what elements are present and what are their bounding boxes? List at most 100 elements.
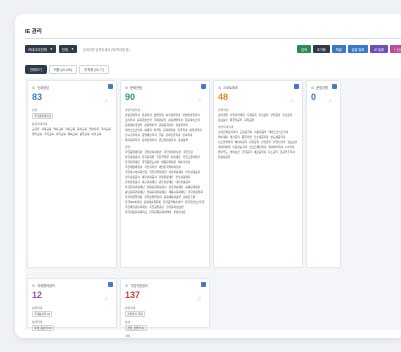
bookmark-icon[interactable] — [201, 84, 206, 89]
chip[interactable]: 문화콘텐츠학 — [137, 118, 152, 122]
chip[interactable]: 국립해양박물관 — [125, 165, 142, 169]
chip[interactable]: 관광학과 — [142, 113, 152, 117]
chip[interactable]: 울산문화관광재단 — [125, 185, 145, 189]
chip[interactable]: 경북문화관광공사 — [147, 185, 167, 189]
card-culture-tourism[interactable]: ⚙ 문화관광 90 ⌕ 관련학과학과 관광경영학과 관광학과 호텔경영 외식경영학과 컨벤션경영학… — [120, 80, 210, 268]
chip[interactable]: 에너지공학 — [235, 140, 247, 144]
chip[interactable]: 공학계열 — [218, 113, 228, 117]
chip[interactable]: 로봇공학과 — [240, 130, 252, 134]
chip[interactable]: 관광안내소 — [174, 210, 186, 214]
chip[interactable]: 경남관광재단 — [169, 185, 184, 189]
chip[interactable]: 국립고궁박물관 — [182, 155, 199, 159]
chip[interactable]: 인공지능학과 — [232, 145, 247, 149]
chip[interactable]: 한국민족문화대백과 — [149, 210, 171, 214]
category-select[interactable]: 카테고리전체 ▼ — [25, 45, 56, 53]
chip[interactable]: 역사교육 — [53, 127, 63, 131]
card-smart-manufacturing[interactable]: ⚙ 스마트제조 48 ⌕ 관련학과 공학계열 자연과학계열 기계공학 전자공학 산업공학 전기공학 정… — [213, 80, 303, 268]
chip[interactable]: 메카트로닉스학과 — [269, 130, 289, 134]
chip[interactable]: 축제학 — [144, 128, 151, 132]
chip[interactable]: 한국전통문화대학교 — [125, 210, 147, 214]
chip[interactable]: 전북문화관광재단 — [147, 190, 167, 194]
chip[interactable]: 호텔경영 — [154, 113, 164, 117]
chip[interactable]: 영어교육 — [32, 132, 42, 136]
chip[interactable]: 재료공학과 — [254, 150, 266, 154]
chip[interactable]: 관광진흥원 — [183, 195, 195, 199]
chip[interactable]: 컴퓨터공학 — [230, 118, 242, 122]
chip[interactable]: 조리학과 — [125, 118, 135, 122]
status-select[interactable]: 전체 ▼ — [58, 45, 77, 53]
card-business-support[interactable]: ⚙기업지원센터137⌕관련학과경영학과 국제분과경영_경영학 01기타벤처경영 … — [120, 278, 210, 338]
chip[interactable]: 글로벌관광학과 — [159, 138, 176, 142]
toolbar-button[interactable]: 일괄 등록 — [347, 45, 369, 53]
chip[interactable]: 정보보안 — [287, 140, 297, 144]
chip[interactable]: 한국문화정보원 — [166, 205, 183, 209]
chip[interactable]: 디스플레이학 — [218, 140, 233, 144]
chip[interactable]: 제어계측 — [218, 135, 228, 139]
bookmark-icon[interactable] — [332, 84, 337, 89]
chip[interactable]: 대전관광공사 — [176, 180, 191, 184]
bookmark-icon[interactable] — [201, 282, 206, 287]
chip[interactable]: 정보통신 — [218, 118, 228, 122]
chip[interactable]: 나노공학 — [268, 150, 278, 154]
chip[interactable]: 일반사회 — [89, 127, 99, 131]
chip[interactable]: 세종시문화재단 — [169, 190, 186, 194]
chip[interactable]: 한국호텔업협회 — [144, 195, 161, 199]
chip[interactable]: 전자공학 — [259, 113, 269, 117]
chip[interactable]: 항공우주학과 — [280, 150, 295, 154]
chip[interactable]: 데이터분석 — [218, 145, 230, 149]
card-international[interactable]: ⚙ 국제협력센터 12 ⌕ 관련학과 국제통상학 02 분과학과 국제_통상학 03 — [27, 278, 117, 331]
chip[interactable]: 대한민국역사박물관 — [159, 165, 181, 169]
chip[interactable]: 관광경영학과 — [125, 113, 140, 117]
chip[interactable]: 민속학과 — [182, 133, 192, 137]
bookmark-icon[interactable] — [108, 282, 113, 287]
chip[interactable]: 안전공학 — [261, 140, 271, 144]
chip[interactable]: 경영학과 국제 — [125, 311, 145, 317]
card-operations[interactable]: ⚙ 운영지원 0 ⌕ — [306, 80, 341, 268]
chip[interactable]: 한국문화재단 — [125, 160, 140, 164]
chip[interactable]: 대구관광재단 — [142, 180, 157, 184]
chip[interactable]: 무용 — [159, 133, 164, 137]
chip[interactable]: 국립아시아문화전당 — [125, 170, 147, 174]
chip[interactable]: 과학교육 — [56, 132, 66, 136]
chip[interactable]: 경영_경영학 01 — [125, 325, 147, 331]
chip[interactable]: 국립한글박물관 — [149, 170, 166, 174]
chip[interactable]: 전기공학 — [282, 113, 292, 117]
chip[interactable]: 문화정책학과 — [142, 138, 157, 142]
toolbar-button[interactable]: IE 등록 — [370, 45, 388, 53]
chip[interactable]: 외식경영학과 — [166, 113, 181, 117]
chip[interactable]: 한국공연예술센터 — [163, 200, 183, 204]
chip[interactable]: 국립현대미술관 — [164, 150, 181, 154]
chip[interactable]: 문화예술위원회 — [144, 200, 161, 204]
chip[interactable]: 환경공학 — [249, 140, 259, 144]
chip[interactable]: 자동화공학 — [254, 130, 266, 134]
chip[interactable]: 문화재학과 — [163, 128, 175, 132]
chip[interactable]: 산업디자인 — [273, 140, 285, 144]
chip[interactable]: 인천관광공사 — [125, 180, 140, 184]
chip[interactable]: 국어교육 — [101, 127, 111, 131]
tab[interactable]: 적용 (00,000) — [48, 65, 78, 74]
chip[interactable]: 기계공학 — [247, 113, 257, 117]
chip[interactable]: 서울관광재단 — [169, 170, 184, 174]
toolbar-button[interactable]: 초기화 — [312, 45, 330, 53]
chip[interactable]: 미술교육 — [91, 132, 101, 136]
chip[interactable]: 관광중국어학 — [159, 123, 174, 127]
chip[interactable]: 금형공학 — [242, 150, 252, 154]
chip[interactable]: 관광일어학 — [176, 123, 188, 127]
chip[interactable]: 산업공학 — [271, 113, 281, 117]
chip[interactable]: 관광통역 — [178, 138, 188, 142]
chip[interactable]: 역사문화학과 — [125, 138, 140, 142]
chip[interactable]: 국립공원공단 — [149, 205, 164, 209]
chip[interactable]: 경기관광공사 — [125, 175, 140, 179]
chip[interactable]: 한국관광협회 — [188, 190, 203, 194]
chip[interactable]: 문화예술경영학 — [125, 123, 142, 127]
search-input[interactable]: 검색어를 입력하세요 (예:학과명 등) — [80, 45, 230, 53]
chip[interactable]: 생산공학 — [230, 135, 240, 139]
chip[interactable]: 사회교육 — [41, 127, 51, 131]
chip[interactable]: 음악교육 — [80, 132, 90, 136]
bookmark-icon[interactable] — [294, 84, 299, 89]
chip[interactable]: 관광영어학 — [144, 123, 156, 127]
chip[interactable]: 국제통상학 02 — [32, 311, 53, 317]
chip[interactable]: IoT학과 — [285, 145, 294, 149]
chip[interactable]: 국립중앙박물관 — [125, 150, 142, 154]
chip[interactable]: 문화재청 — [171, 155, 181, 159]
